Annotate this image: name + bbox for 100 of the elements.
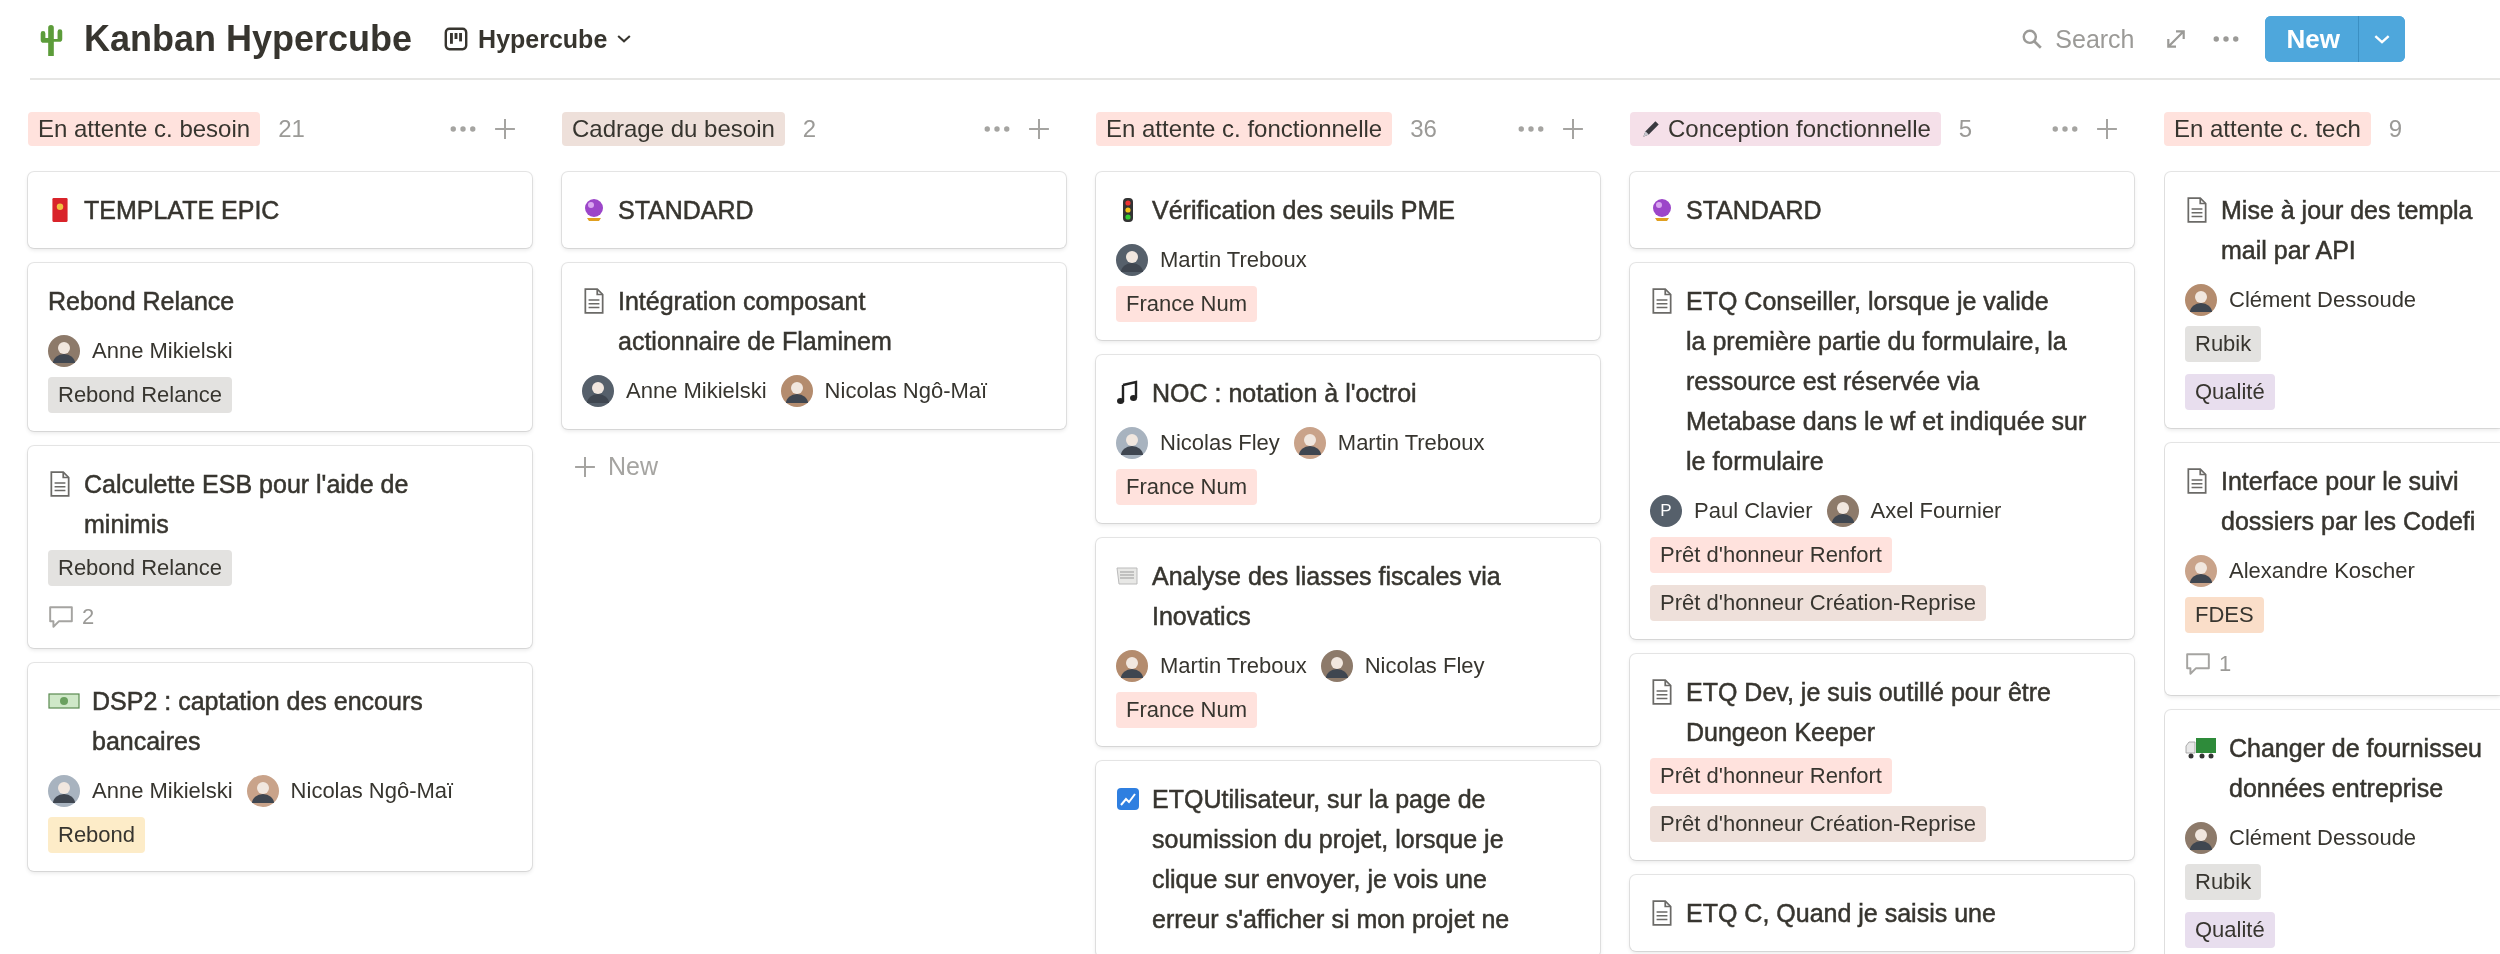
column-tag: Conception fonctionnelle [1630, 112, 1941, 146]
card[interactable]: Rebond Relance Anne Mikielski Rebond Relance [28, 263, 532, 431]
card-title: Analyse des liasses fiscales via Inovatics [1152, 561, 1501, 632]
person-name: Martin Treboux [1160, 247, 1307, 273]
column-tag: En attente c. tech [2164, 112, 2371, 146]
person-name: Anne Mikielski [626, 378, 767, 404]
card[interactable] [1630, 263, 2134, 639]
card[interactable]: TEMPLATE EPIC [28, 172, 532, 248]
card-title: DSP2 : captation des encours bancaires [92, 686, 423, 757]
chart-icon [1116, 786, 1140, 812]
document-icon [2185, 197, 2209, 223]
card[interactable]: ETQ Dev, je suis outillé pour être Dungeon Keeper Prêt d'honneur Renfort Prêt d'honneur Création-Reprise [1630, 654, 2134, 860]
card[interactable]: ETQUtilisateur, sur la page de soumission du projet, lorsque je clique sur envoyer, je vois une erreur s'afficher si mon projet ne [1096, 761, 1600, 954]
card-title: TEMPLATE EPIC [84, 195, 280, 226]
crystal-ball-icon [582, 197, 606, 223]
document-icon [1650, 288, 1674, 314]
card[interactable]: DSP2 : captation des encours bancaires Anne Mikielski Nicolas Ngô-Maï Rebond [28, 663, 532, 871]
avatar-icon [2185, 822, 2217, 854]
column-tag: En attente c. fonctionnelle [1096, 112, 1393, 146]
card-title: NOC : notation à l'octroi [1152, 378, 1417, 409]
avatar-icon [1320, 650, 1353, 682]
avatar-icon [48, 775, 80, 807]
card-title: ETQ Conseiller, lorsque je valide la première partie du formulaire, la ressource est réservée via Metabase dans le wf et indiquée sur le formulaire [1686, 286, 2087, 477]
tag: Rubik [2185, 326, 2262, 362]
card-count: 5 [1958, 115, 1973, 143]
document-icon [582, 288, 606, 314]
more-icon[interactable] [984, 125, 1010, 133]
card[interactable]: ETQ C, Quand je saisis une [1630, 875, 2134, 951]
card[interactable]: Interface pour le suivi dossiers par les Codefi Alexandre Koscher FDES 1 [2165, 443, 2500, 695]
card[interactable]: Vérification des seuils PME Martin Treboux France Num [1096, 172, 1600, 340]
column-tag: En attente c. besoin [28, 112, 261, 146]
card-title: ETQ Dev, je suis outillé pour être Dungeon Keeper [1686, 677, 2051, 748]
avatar-icon [1116, 427, 1148, 459]
avatar-icon [1293, 427, 1326, 459]
page-title: Kanban Hypercube [84, 18, 413, 60]
avatar-icon [1116, 244, 1148, 276]
truck-icon [2185, 735, 2217, 761]
chevron-icon [2374, 33, 2390, 45]
view-selector[interactable]: Hypercube [438, 20, 638, 58]
comment-count: 1 [2219, 651, 2232, 677]
card-title: Vérification des seuils PME [1152, 195, 1455, 226]
person-name: Alexandre Koscher [2229, 558, 2415, 584]
plus-icon[interactable] [2096, 118, 2118, 140]
person-name: Nicolas Fley [1364, 653, 1485, 679]
card-title: Calculette ESB pour l'aide de minimis [84, 469, 409, 540]
card[interactable]: Changer de fournisseu données entreprise Clément Dessoude Rubik Qualité [2165, 710, 2500, 954]
card[interactable]: Calculette ESB pour l'aide de minimis Rebond Relance 2 [28, 446, 532, 648]
tag: France Num [1116, 469, 1258, 505]
card-count: 9 [2388, 115, 2403, 143]
avatar-icon [48, 335, 80, 367]
avatar-icon [582, 375, 614, 407]
card-title: STANDARD [1686, 195, 1822, 226]
card-title: Rebond Relance [48, 286, 235, 317]
card[interactable]: NOC : notation à l'octroi Nicolas Fley Martin Treboux France Num [1096, 355, 1600, 523]
card[interactable]: Intégration composant actionnaire de Flaminem Anne Mikielski Nicolas Ngô-Maï [562, 263, 1066, 429]
tag: Prêt d'honneur Renfort [1650, 537, 1892, 573]
tag: Rebond [48, 817, 146, 853]
card[interactable]: Mise à jour des templa mail par API Clément Dessoude Rubik Qualité [2165, 172, 2500, 428]
plus-icon[interactable] [1028, 118, 1050, 140]
tag: Rebond Relance [48, 550, 232, 586]
person-name: Clément Dessoude [2229, 287, 2417, 313]
more-icon[interactable] [450, 125, 476, 133]
pen-icon [1640, 118, 1662, 140]
document-icon [1650, 679, 1674, 705]
card-title: Changer de fournisseu données entreprise [2229, 733, 2482, 804]
plus-icon [574, 455, 596, 478]
tag: France Num [1116, 286, 1258, 322]
tag: Prêt d'honneur Création-Reprise [1650, 585, 1987, 621]
more-icon[interactable] [2212, 35, 2239, 43]
tag: Prêt d'honneur Renfort [1650, 758, 1892, 794]
card-count: 21 [278, 115, 305, 143]
document-icon [48, 471, 72, 497]
music-note-icon [1116, 380, 1140, 406]
card-count: 36 [1410, 115, 1437, 143]
person-name: Clément Dessoude [2229, 825, 2417, 851]
expand-icon[interactable] [2164, 28, 2187, 50]
person-name: Paul Clavier [1694, 498, 1813, 524]
card-count: 2 [802, 115, 817, 143]
card[interactable]: STANDARD [562, 172, 1066, 248]
avatar-icon [1826, 495, 1859, 527]
more-icon[interactable] [2052, 125, 2078, 133]
comment-icon [48, 605, 74, 629]
avatar-icon [780, 375, 813, 407]
plus-icon[interactable] [1562, 118, 1584, 140]
card[interactable]: Analyse des liasses fiscales via Inovatics Martin Treboux Nicolas Fley France Num [1096, 538, 1600, 746]
tag: Rubik [2185, 864, 2262, 900]
tag: France Num [1116, 692, 1258, 728]
card-title: Mise à jour des templa mail par API [2221, 195, 2473, 266]
avatar-icon [246, 775, 279, 807]
person-name: Martin Treboux [1160, 653, 1307, 679]
comment-count: 2 [82, 604, 95, 630]
chevron-icon [617, 34, 632, 44]
person-name: Martin Treboux [1337, 430, 1485, 456]
more-icon[interactable] [1518, 125, 1544, 133]
tag: Qualité [2185, 912, 2275, 948]
plus-icon[interactable] [494, 118, 516, 140]
card[interactable]: STANDARD [1630, 172, 2134, 248]
person-name: Anne Mikielski [92, 778, 233, 804]
person-name: Axel Fournier [1870, 498, 2002, 524]
avatar-icon [2185, 555, 2217, 587]
